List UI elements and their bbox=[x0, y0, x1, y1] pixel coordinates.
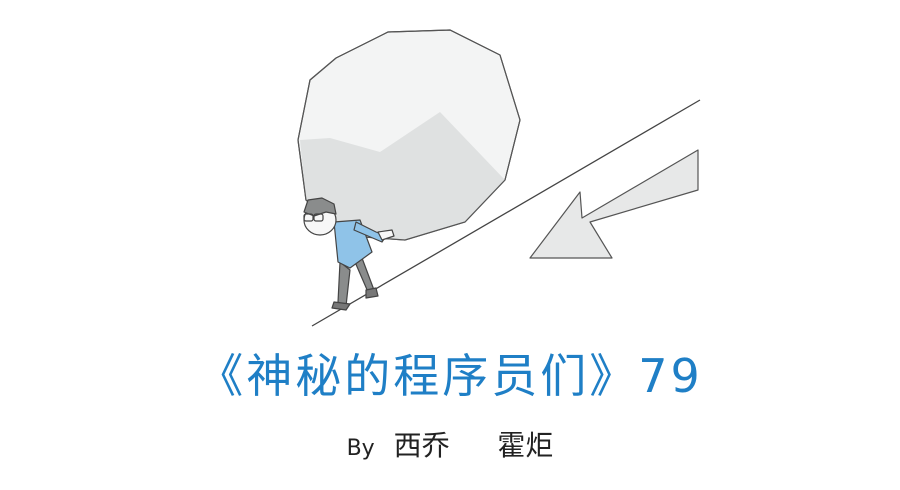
downhill-arrow bbox=[529, 149, 699, 259]
sisyphus-illustration bbox=[297, 29, 701, 327]
page-title: 《神秘的程序员们》79 bbox=[197, 349, 703, 403]
byline: By 西乔 霍炬 bbox=[0, 424, 900, 464]
author-huoju: 霍炬 bbox=[497, 429, 554, 462]
author-xiqiao: 西乔 bbox=[393, 429, 450, 462]
byline-prefix: By bbox=[346, 436, 375, 461]
